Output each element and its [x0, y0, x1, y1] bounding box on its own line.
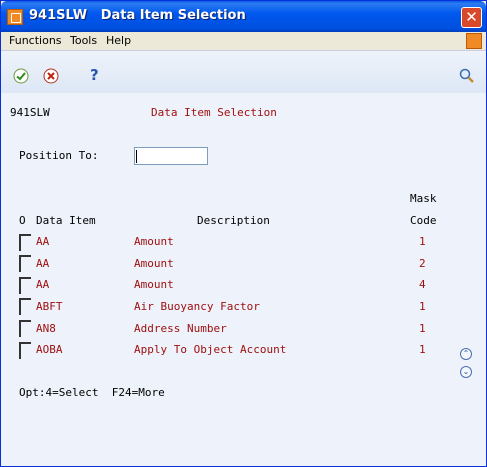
row-option-input[interactable]	[19, 298, 31, 315]
row-option-input[interactable]	[19, 320, 31, 337]
row-code: 1	[419, 300, 426, 313]
row-code: 2	[419, 257, 426, 270]
form-heading: Data Item Selection	[151, 106, 277, 119]
row-data-item: AOBA	[36, 343, 63, 356]
row-description: Amount	[134, 235, 174, 248]
search-icon[interactable]	[459, 68, 475, 84]
row-code: 1	[419, 343, 426, 356]
page-up-icon[interactable]: ⌃	[460, 348, 472, 360]
menu-help[interactable]: Help	[106, 34, 131, 47]
description-column-header: Description	[197, 214, 270, 227]
app-logo-icon	[466, 33, 482, 49]
row-description: Apply To Object Account	[134, 343, 287, 356]
row-option-input[interactable]	[19, 277, 31, 294]
application-window: 941SLW Data Item Selection ✕ Functions T…	[0, 0, 487, 467]
row-code: 1	[419, 322, 426, 335]
row-data-item: AA	[36, 278, 50, 291]
position-to-label: Position To:	[19, 149, 99, 162]
page-down-icon[interactable]: ⌄	[460, 366, 472, 378]
program-id: 941SLW	[10, 106, 50, 119]
row-data-item: ABFT	[36, 300, 63, 313]
data-item-column-header: Data Item	[36, 214, 96, 227]
row-option-input[interactable]	[19, 342, 31, 359]
row-code: 1	[419, 235, 426, 248]
row-description: Air Buoyancy Factor	[134, 300, 260, 313]
position-to-input[interactable]	[134, 147, 208, 165]
row-description: Amount	[134, 257, 174, 270]
row-description: Amount	[134, 278, 174, 291]
window-title: 941SLW Data Item Selection	[29, 8, 246, 23]
toolbar: ?	[1, 50, 486, 94]
close-button[interactable]: ✕	[461, 7, 482, 28]
mask-header: Mask	[410, 192, 437, 205]
row-data-item: AN8	[36, 322, 56, 335]
code-column-header: Code	[410, 214, 437, 227]
row-code: 4	[419, 278, 426, 291]
title-bar[interactable]: 941SLW Data Item Selection ✕	[1, 1, 486, 32]
menu-tools[interactable]: Tools	[70, 34, 97, 47]
menu-functions[interactable]: Functions	[9, 34, 62, 47]
cancel-icon[interactable]	[43, 68, 59, 84]
option-column-header: O	[19, 214, 26, 227]
row-description: Address Number	[134, 322, 227, 335]
row-option-input[interactable]	[19, 255, 31, 272]
row-option-input[interactable]	[19, 234, 31, 251]
form-content: 941SLW Data Item Selection Position To: …	[1, 93, 486, 466]
help-icon[interactable]: ?	[90, 66, 106, 84]
menu-bar: Functions Tools Help	[1, 32, 486, 50]
function-keys-legend: Opt:4=Select F24=More	[19, 386, 165, 399]
app-icon	[7, 9, 23, 25]
check-icon[interactable]	[13, 68, 29, 84]
row-data-item: AA	[36, 257, 50, 270]
row-data-item: AA	[36, 235, 50, 248]
